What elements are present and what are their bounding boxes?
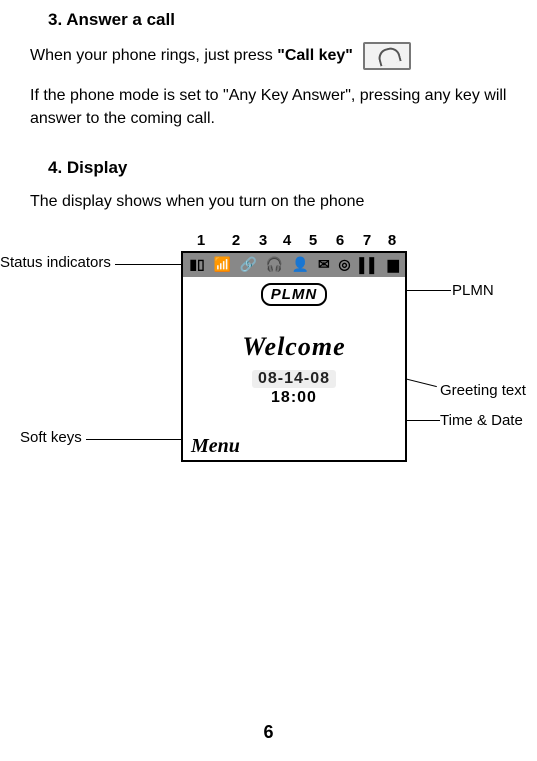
section-4-heading: 4. Display xyxy=(48,158,517,178)
status-icon-battery2: ▆ xyxy=(388,256,399,273)
plmn-row: PLMN xyxy=(183,283,405,306)
phone-screen: ▮▯ 📶 🔗 🎧 👤 ✉ ◎ ▌▌ ▆ PLMN Welcome 08-14-0… xyxy=(181,251,407,462)
status-icon-headset: 🎧 xyxy=(266,256,283,273)
plmn-badge: PLMN xyxy=(261,283,328,306)
greeting-text: Welcome xyxy=(183,332,405,362)
label-greeting-text: Greeting text xyxy=(440,382,526,399)
section-4-para-1: The display shows when you turn on the p… xyxy=(30,190,517,213)
section-3-para-2: If the phone mode is set to "Any Key Ans… xyxy=(30,84,517,130)
phone-display-figure: 1 2 3 4 5 6 7 8 Status indicators Soft k… xyxy=(0,234,537,484)
label-soft-keys: Soft keys xyxy=(20,429,82,446)
section-3-para-1: When your phone rings, just press "Call … xyxy=(30,42,517,70)
num-1: 1 xyxy=(181,232,221,249)
num-2: 2 xyxy=(221,232,251,249)
num-4: 4 xyxy=(275,232,299,249)
label-status-indicators: Status indicators xyxy=(0,254,111,271)
status-bar: ▮▯ 📶 🔗 🎧 👤 ✉ ◎ ▌▌ ▆ xyxy=(183,253,405,277)
time-text: 18:00 xyxy=(183,389,405,407)
label-time-date: Time & Date xyxy=(440,412,523,429)
status-icon-signal: 📶 xyxy=(213,256,230,273)
softkey-left-menu: Menu xyxy=(183,435,240,458)
softkey-row: Menu xyxy=(183,434,405,460)
num-5: 5 xyxy=(299,232,327,249)
label-plmn: PLMN xyxy=(452,282,494,299)
section-3-heading: 3. Answer a call xyxy=(48,10,517,30)
leader-status-indicators xyxy=(115,264,181,265)
status-icon-alarm: ◎ xyxy=(338,256,350,273)
para1-text-a: When your phone rings, just press xyxy=(30,47,277,64)
status-icon-battery: ▮▯ xyxy=(189,256,204,273)
num-7: 7 xyxy=(353,232,381,249)
leader-soft-keys xyxy=(86,439,181,440)
status-icon-vibrate: ▌▌ xyxy=(359,257,379,273)
date-text: 08-14-08 xyxy=(252,370,336,388)
call-key-icon xyxy=(363,42,411,70)
status-icon-message: ✉ xyxy=(318,256,330,273)
page-number: 6 xyxy=(0,722,537,743)
num-8: 8 xyxy=(381,232,403,249)
status-icon-profile: 👤 xyxy=(292,256,309,273)
num-3: 3 xyxy=(251,232,275,249)
status-icon-link: 🔗 xyxy=(240,256,257,273)
call-key-strong: "Call key" xyxy=(277,47,353,64)
num-6: 6 xyxy=(327,232,353,249)
column-numbers: 1 2 3 4 5 6 7 8 xyxy=(181,232,403,249)
